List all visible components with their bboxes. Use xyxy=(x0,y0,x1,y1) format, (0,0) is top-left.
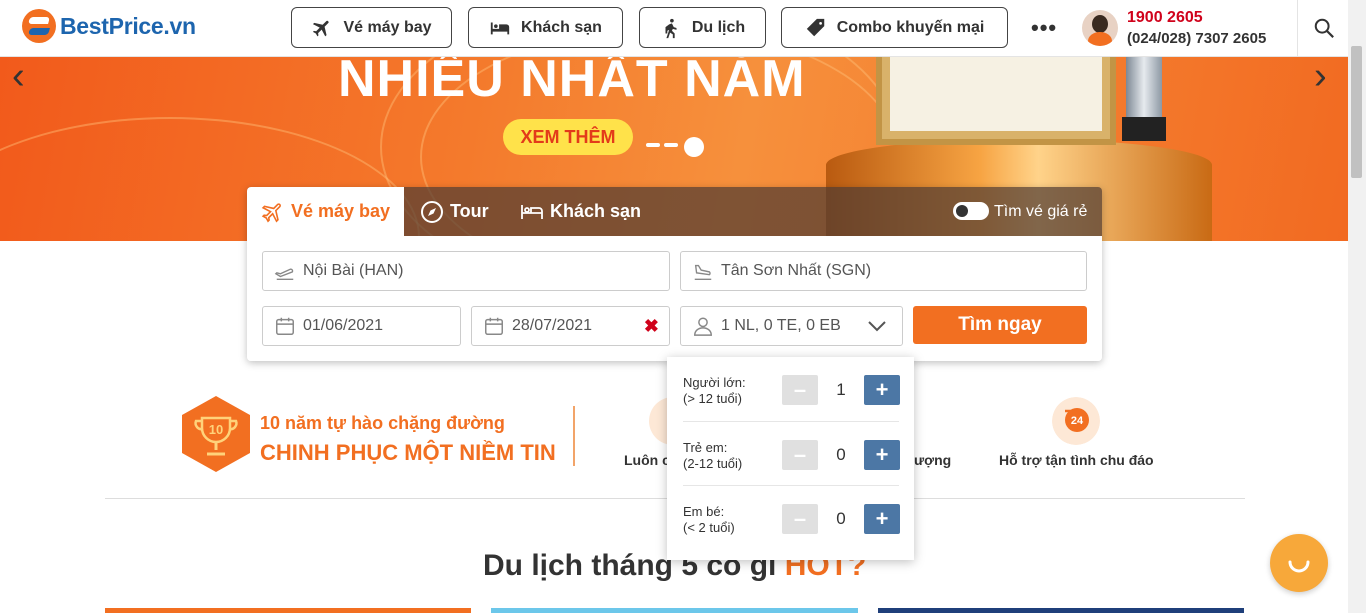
logo-text: BestPrice.vn xyxy=(60,12,196,39)
tab-hotels[interactable]: Khách sạn xyxy=(520,187,641,236)
cheap-fare-toggle[interactable] xyxy=(953,202,989,220)
passenger-selector[interactable]: 1 NL, 0 TE, 0 EB xyxy=(680,306,903,346)
tag-icon xyxy=(806,18,824,36)
landing-icon xyxy=(694,264,712,280)
header-divider xyxy=(1297,0,1298,57)
tour-card[interactable] xyxy=(878,608,1244,613)
destination-field[interactable]: Tân Sơn Nhất (SGN) xyxy=(680,251,1087,291)
nav-travel-label: Du lịch xyxy=(691,18,746,36)
nav-travel-button[interactable]: Du lịch xyxy=(639,7,766,48)
slider-dot[interactable] xyxy=(646,143,660,147)
airplane-icon xyxy=(313,20,330,36)
pax-row-infant: Em bé: (< 2 tuổi) – 0 + xyxy=(683,485,900,549)
feature-item-label: Luôn c xyxy=(624,452,670,468)
user-icon xyxy=(694,317,712,336)
scrollbar-thumb[interactable] xyxy=(1351,46,1362,178)
infant-count: 0 xyxy=(836,509,846,528)
tab-tour-label: Tour xyxy=(450,201,489,221)
nav-hotels-button[interactable]: Khách sạn xyxy=(468,7,623,48)
adult-plus-button[interactable]: + xyxy=(864,375,900,405)
logo[interactable]: BestPrice.vn xyxy=(22,9,196,43)
support-avatar xyxy=(1082,10,1118,46)
svg-text:24: 24 xyxy=(1071,415,1084,427)
chat-icon xyxy=(1288,560,1310,573)
tab-hotels-label: Khách sạn xyxy=(550,201,642,221)
destination-value: Tân Sơn Nhất (SGN) xyxy=(721,262,872,279)
nav-flights-button[interactable]: Vé máy bay xyxy=(291,7,452,48)
feature-divider xyxy=(573,406,575,466)
bed-icon xyxy=(490,22,510,34)
svg-text:10: 10 xyxy=(209,422,223,437)
search-widget: Vé máy bay Tour Khách sạn Tìm vé giá rẻ … xyxy=(247,187,1102,361)
logo-icon xyxy=(22,9,56,43)
passenger-summary: 1 NL, 0 TE, 0 EB xyxy=(721,317,841,334)
adult-minus-button[interactable]: – xyxy=(782,375,818,405)
pax-label: Người lớn: (> 12 tuổi) xyxy=(683,375,746,406)
adult-count: 1 xyxy=(836,380,846,399)
banner-title: NHIỀU NHẤT NĂM xyxy=(338,57,806,108)
chevron-down-icon xyxy=(868,321,886,332)
pax-label: Em bé: (< 2 tuổi) xyxy=(683,504,735,535)
nav-combo-label: Combo khuyến mại xyxy=(836,18,985,36)
return-date-field[interactable]: 28/07/2021 ✖ xyxy=(471,306,670,346)
clear-return-date-icon[interactable]: ✖ xyxy=(644,316,659,337)
infant-minus-button[interactable]: – xyxy=(782,504,818,534)
trophy-base xyxy=(1122,117,1166,141)
search-tabs: Vé máy bay Tour Khách sạn Tìm vé giá rẻ xyxy=(247,187,1102,236)
depart-date-field[interactable]: 01/06/2021 xyxy=(262,306,461,346)
pax-row-child: Trẻ em: (2-12 tuổi) – 0 + xyxy=(683,421,900,485)
pax-row-adult: Người lớn: (> 12 tuổi) – 1 + xyxy=(683,357,900,421)
hiker-icon xyxy=(665,18,677,38)
search-submit-button[interactable]: Tìm ngay xyxy=(913,306,1087,344)
child-minus-button[interactable]: – xyxy=(782,440,818,470)
tour-card[interactable] xyxy=(491,608,858,613)
nav-hotels-label: Khách sạn xyxy=(521,18,602,36)
banner-next-arrow[interactable]: › xyxy=(1314,57,1327,98)
takeoff-icon xyxy=(274,268,294,280)
banner-cta-button[interactable]: XEM THÊM xyxy=(503,119,633,155)
calendar-icon xyxy=(276,317,294,335)
cheap-fare-label: Tìm vé giá rẻ xyxy=(994,203,1088,220)
airplane-icon xyxy=(261,202,281,223)
tab-flights-label: Vé máy bay xyxy=(291,201,391,221)
feature-slogan: CHINH PHỤC MỘT NIỀM TIN xyxy=(260,440,556,465)
calendar-icon xyxy=(485,317,503,335)
tab-tour[interactable]: Tour xyxy=(420,187,489,236)
nav-flights-label: Vé máy bay xyxy=(343,18,432,36)
search-panel: Nội Bài (HAN) Tân Sơn Nhất (SGN) 01/06/2… xyxy=(247,236,1102,361)
pax-label: Trẻ em: (2-12 tuổi) xyxy=(683,440,743,471)
tab-flights[interactable]: Vé máy bay xyxy=(247,187,404,236)
child-plus-button[interactable]: + xyxy=(864,440,900,470)
hotline-number[interactable]: 1900 2605 xyxy=(1127,9,1203,27)
feature-heading: 10 năm tự hào chặng đường xyxy=(260,413,505,433)
bed-icon xyxy=(521,204,543,219)
page-scrollbar[interactable] xyxy=(1348,0,1366,613)
site-header: BestPrice.vn Vé máy bay Khách sạn Du lịc… xyxy=(0,0,1348,57)
slider-dot-active[interactable] xyxy=(684,137,704,157)
nav-combo-button[interactable]: Combo khuyến mại xyxy=(781,7,1008,48)
tour-card[interactable] xyxy=(105,608,471,613)
origin-value: Nội Bài (HAN) xyxy=(303,262,404,279)
chat-button[interactable] xyxy=(1270,534,1328,592)
support-24h-icon: 24 xyxy=(1052,397,1100,445)
more-menu-button[interactable]: ••• xyxy=(1031,17,1057,39)
search-icon[interactable] xyxy=(1313,17,1335,39)
child-count: 0 xyxy=(836,445,846,464)
depart-date-value: 01/06/2021 xyxy=(303,317,384,334)
certificate-image xyxy=(876,57,1116,145)
slider-dot[interactable] xyxy=(664,143,678,147)
phone-number[interactable]: (024/028) 7307 2605 xyxy=(1127,30,1266,47)
compass-icon xyxy=(421,200,443,223)
origin-field[interactable]: Nội Bài (HAN) xyxy=(262,251,670,291)
feature-item-label: ượng xyxy=(914,452,952,468)
ten-years-badge-icon: 10 xyxy=(182,396,250,472)
banner-prev-arrow[interactable]: ‹ xyxy=(12,57,25,98)
return-date-value: 28/07/2021 xyxy=(512,317,593,334)
infant-plus-button[interactable]: + xyxy=(864,504,900,534)
feature-item-label: Hỗ trợ tận tình chu đáo xyxy=(999,452,1154,468)
passenger-dropdown: Người lớn: (> 12 tuổi) – 1 + Trẻ em: (2-12… xyxy=(667,357,914,560)
